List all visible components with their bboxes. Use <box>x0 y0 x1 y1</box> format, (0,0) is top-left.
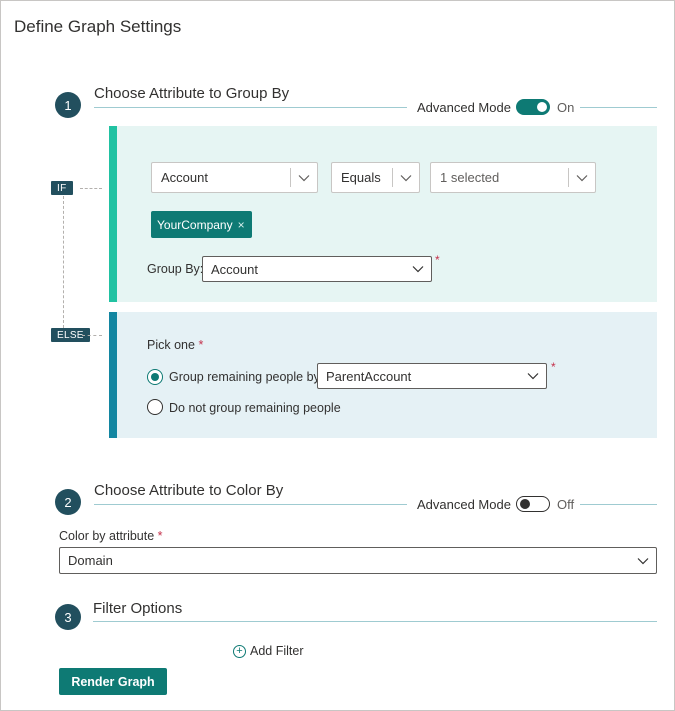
chevron-down-icon <box>291 174 317 182</box>
step-2-divider <box>94 504 407 505</box>
close-icon[interactable]: × <box>238 218 245 232</box>
group-by-select[interactable]: Account <box>202 256 432 282</box>
step-3-divider <box>93 621 657 622</box>
render-graph-button[interactable]: Render Graph <box>59 668 167 695</box>
group-by-value: Account <box>211 261 258 277</box>
step-2-toggle-state: Off <box>557 497 575 512</box>
step-2-title: Choose Attribute to Color By <box>94 482 284 499</box>
add-filter-label: Add Filter <box>250 644 304 658</box>
step-1-advanced-mode-label: Advanced Mode <box>417 100 511 115</box>
values-dropdown-value: 1 selected <box>440 170 500 185</box>
chevron-down-icon <box>393 174 419 182</box>
if-else-connector <box>63 196 64 328</box>
step-2-advanced-mode-label: Advanced Mode <box>417 497 511 512</box>
no-group-radio[interactable] <box>147 399 163 415</box>
required-indicator: * <box>551 360 556 374</box>
chevron-down-icon <box>630 557 656 565</box>
selected-value-pill: YourCompany × <box>151 211 252 238</box>
step-1-advanced-mode-toggle[interactable] <box>516 99 550 115</box>
toggle-knob <box>520 499 530 509</box>
group-remaining-label: Group remaining people by: <box>169 370 324 384</box>
color-by-select[interactable]: Domain <box>59 547 657 574</box>
if-tag: IF <box>51 181 73 195</box>
step-1-title: Choose Attribute to Group By <box>94 85 290 102</box>
chevron-down-icon <box>520 372 546 380</box>
step-1-toggle-state: On <box>557 100 575 115</box>
pick-one-label: Pick one * <box>147 338 203 352</box>
step-3-badge: 3 <box>55 604 81 630</box>
add-filter-button[interactable]: + Add Filter <box>233 644 304 658</box>
step-2-advanced-mode-toggle[interactable] <box>516 496 550 512</box>
pill-label: YourCompany <box>157 217 233 232</box>
required-indicator: * <box>435 253 440 267</box>
no-group-label: Do not group remaining people <box>169 401 341 415</box>
required-indicator: * <box>157 529 163 543</box>
color-by-label: Color by attribute * <box>59 529 163 543</box>
color-by-text: Color by attribute <box>59 529 155 543</box>
values-dropdown[interactable]: 1 selected <box>430 162 596 193</box>
step-2-badge: 2 <box>55 489 81 515</box>
step-1-divider-right <box>580 107 657 108</box>
step-2-divider-right <box>580 504 657 505</box>
color-by-value: Domain <box>68 553 113 568</box>
step-1-badge: 1 <box>55 92 81 118</box>
operator-dropdown[interactable]: Equals <box>331 162 420 193</box>
group-remaining-select[interactable]: ParentAccount <box>317 363 547 389</box>
chevron-down-icon <box>405 265 431 273</box>
plus-circle-icon: + <box>233 644 246 658</box>
else-connector <box>82 335 102 336</box>
group-remaining-value: ParentAccount <box>326 368 412 384</box>
attribute-dropdown-value: Account <box>161 170 208 185</box>
pick-one-text: Pick one <box>147 338 195 352</box>
toggle-knob <box>537 102 547 112</box>
attribute-dropdown[interactable]: Account <box>151 162 318 193</box>
group-by-label: Group By: <box>147 262 204 276</box>
step-3-title: Filter Options <box>93 600 183 617</box>
step-1-divider <box>94 107 407 108</box>
operator-dropdown-value: Equals <box>341 170 381 185</box>
required-indicator: * <box>198 338 204 352</box>
chevron-down-icon <box>569 174 595 182</box>
group-remaining-radio[interactable] <box>147 369 163 385</box>
if-connector <box>80 188 102 189</box>
page-title: Define Graph Settings <box>14 17 182 36</box>
